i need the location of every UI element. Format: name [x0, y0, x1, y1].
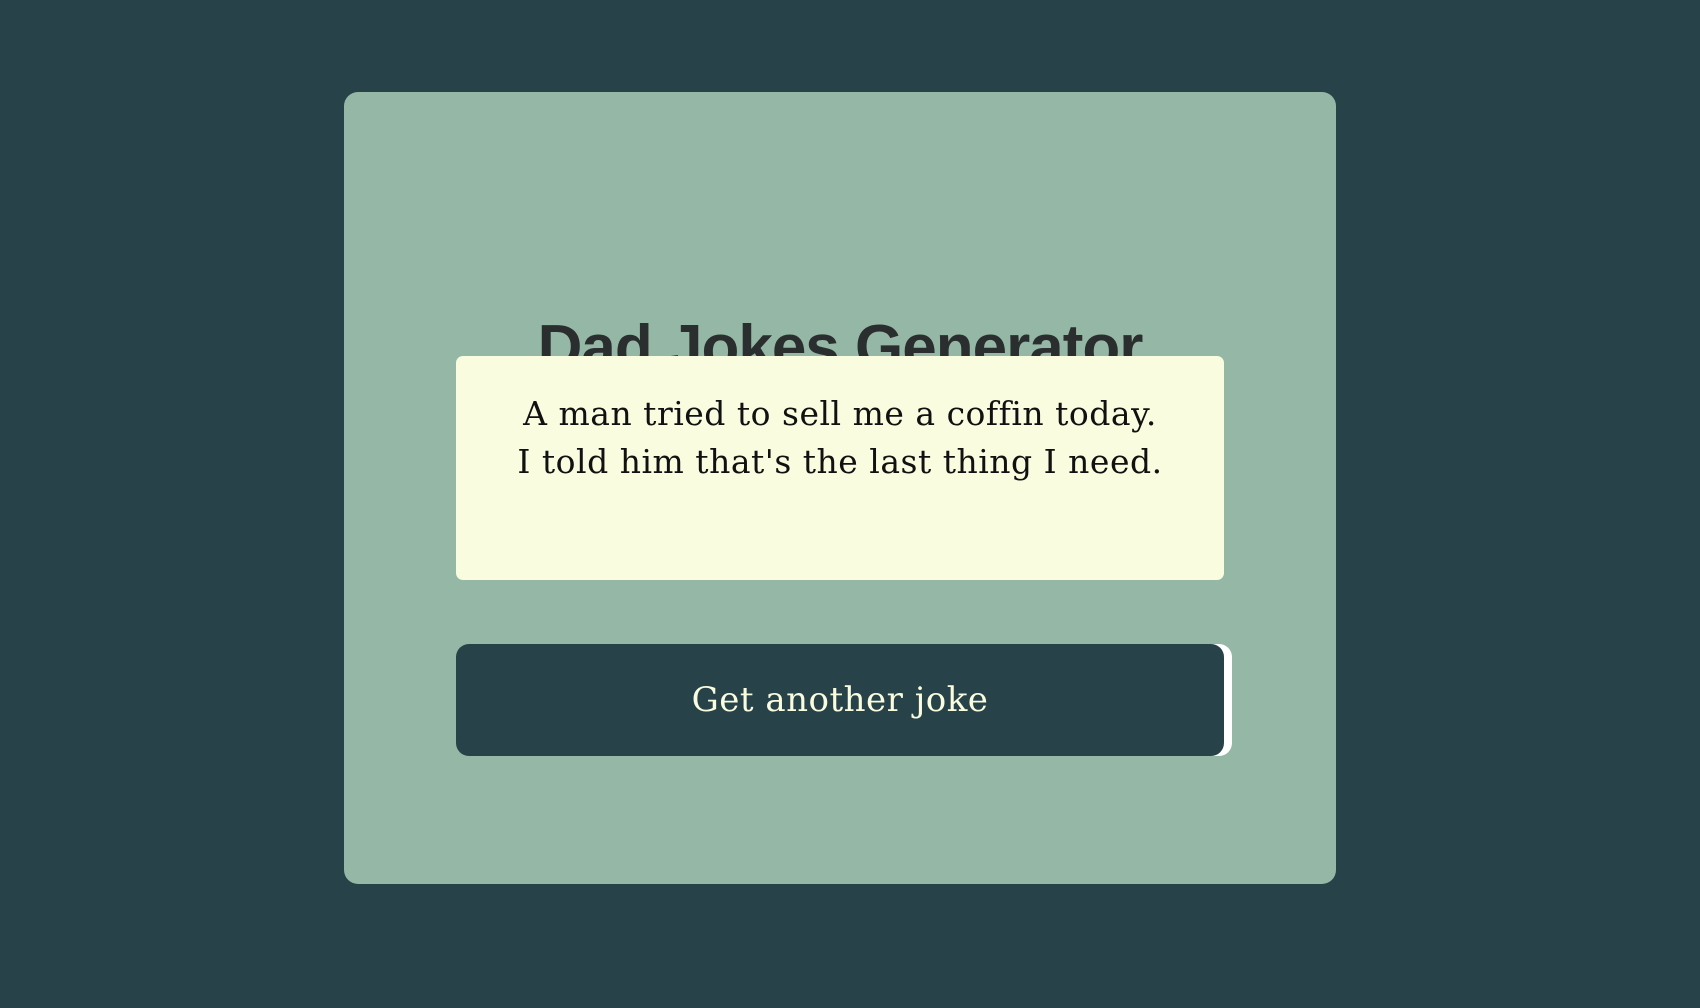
joke-line-setup: A man tried to sell me a coffin today. [523, 394, 1157, 433]
joke-line-punchline: I told him that's the last thing I need. [517, 442, 1163, 481]
joke-display: A man tried to sell me a coffin today. I… [456, 356, 1224, 580]
joke-card: Dad Jokes Generator A man tried to sell … [344, 92, 1336, 884]
get-another-joke-button[interactable]: Get another joke [456, 644, 1224, 756]
